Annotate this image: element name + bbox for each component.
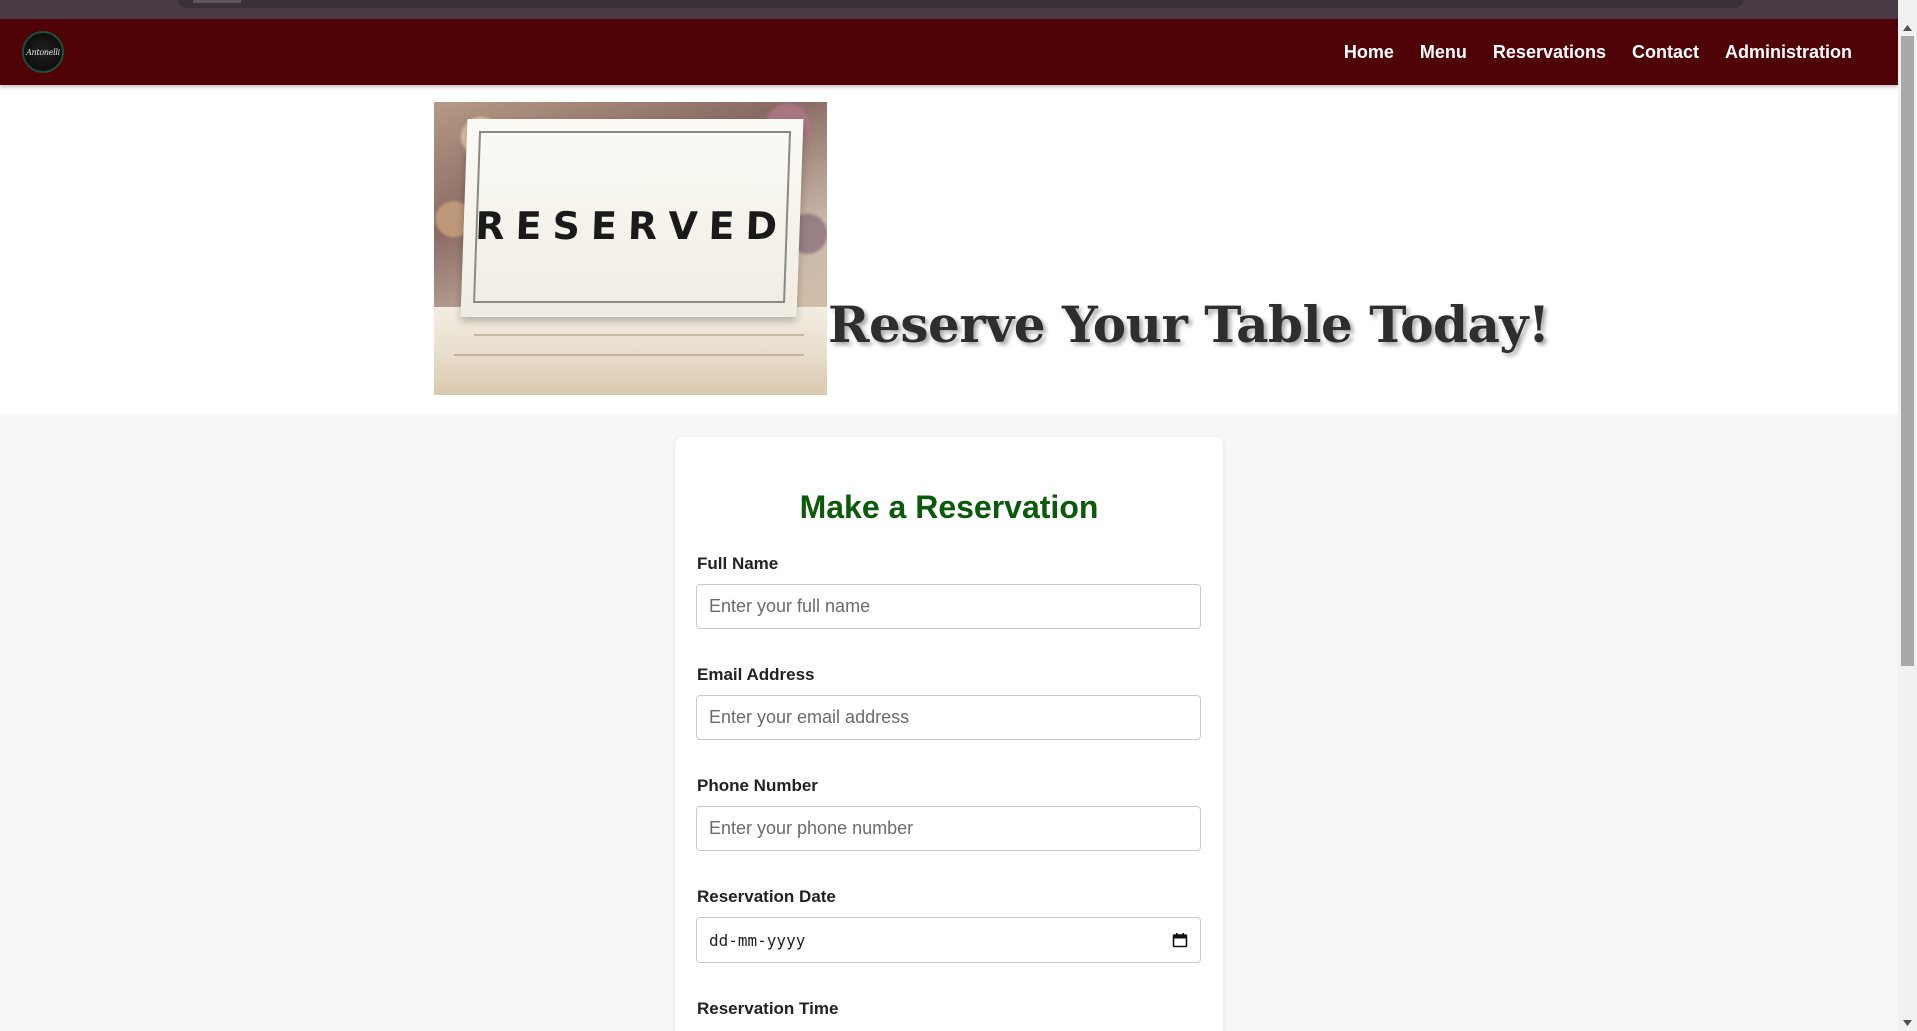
email-input[interactable] [696,695,1201,740]
image-napkin-fold [454,354,804,356]
reservation-time-label: Reservation Time [697,999,839,1018]
address-bar-remnant [178,0,1743,8]
reserved-sign-image: RESERVED [434,102,827,395]
nav-link-contact[interactable]: Contact [1619,42,1712,63]
logo-text: Antonelli [26,47,60,57]
nav-link-menu[interactable]: Menu [1407,42,1480,63]
image-napkin [434,307,827,395]
image-reserved-word: RESERVED [474,204,789,248]
nav-link-home[interactable]: Home [1331,42,1407,63]
scrollbar-thumb[interactable] [1901,36,1914,666]
full-name-label: Full Name [697,554,779,573]
vertical-scrollbar[interactable] [1898,0,1917,1031]
date-placeholder: dd-mm-yyyy [709,930,806,950]
image-reserved-card: RESERVED [460,119,804,317]
image-napkin-fold [474,334,804,336]
scroll-up-arrow-icon[interactable] [1898,19,1917,36]
reservation-date-input[interactable]: dd-mm-yyyy [696,917,1201,963]
reservation-date-label: Reservation Date [697,887,836,906]
reservation-form-card: Make a Reservation Full Name Email Addre… [675,437,1223,1031]
scroll-down-arrow-icon[interactable] [1898,1014,1917,1031]
phone-label: Phone Number [697,776,818,795]
hero-section: RESERVED Reserve Your Table Today! [0,85,1898,414]
phone-input[interactable] [696,806,1201,851]
calendar-icon[interactable] [1172,932,1188,948]
nav-link-administration[interactable]: Administration [1712,42,1865,63]
restaurant-logo[interactable]: Antonelli [22,31,64,73]
full-name-input[interactable] [696,584,1201,629]
navbar: Antonelli Home Menu Reservations Contact… [0,19,1898,85]
email-label: Email Address [697,665,815,684]
nav-link-reservations[interactable]: Reservations [1480,42,1619,63]
browser-top-strip [0,0,1898,19]
nav-links: Home Menu Reservations Contact Administr… [1331,19,1865,85]
hero-title: Reserve Your Table Today! [828,295,1550,354]
address-bar-tab [193,0,241,3]
form-title: Make a Reservation [799,489,1099,525]
page: Antonelli Home Menu Reservations Contact… [0,0,1898,1031]
